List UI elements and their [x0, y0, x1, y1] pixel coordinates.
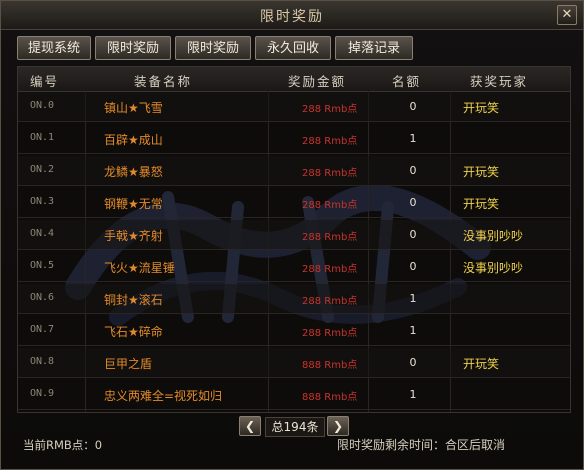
- total-count: 总194条: [265, 417, 325, 437]
- tab-withdraw-system[interactable]: 提现系统: [17, 36, 91, 60]
- table-row: ON.7 飞石★碎命 288 Rmb点 1: [18, 316, 570, 346]
- table-row: ON.8 巨甲之盾 888 Rmb点 0 开玩笑: [18, 348, 570, 378]
- title-bar[interactable]: 限时奖励 ✕: [1, 1, 583, 30]
- row-amount: 888 Rmb点: [302, 392, 358, 403]
- row-item-name: 飞石★碎命: [104, 325, 163, 339]
- row-quota: 1: [409, 132, 417, 145]
- row-amount: 288 Rmb点: [302, 296, 358, 307]
- table-row: ON.1 百辟★成山 288 Rmb点 1: [18, 124, 570, 154]
- row-index: ON.7: [30, 324, 55, 335]
- row-winner: 开玩笑: [463, 165, 500, 179]
- row-quota: 1: [409, 292, 417, 305]
- tab-drop-records[interactable]: 掉落记录: [335, 36, 413, 60]
- tab-limited-reward-2[interactable]: 限时奖励: [175, 36, 251, 60]
- tab-limited-reward-1[interactable]: 限时奖励: [95, 36, 171, 60]
- row-index: ON.0: [30, 100, 55, 111]
- header-winner: 获奖玩家: [470, 74, 529, 89]
- row-item-name: 百辟★成山: [104, 133, 163, 147]
- row-amount: 288 Rmb点: [302, 136, 358, 147]
- row-quota: 1: [409, 388, 417, 401]
- row-quota: 0: [409, 228, 417, 241]
- header-item: 装备名称: [134, 74, 193, 89]
- row-amount: 288 Rmb点: [302, 104, 358, 115]
- row-item-name: 铜封★滚石: [104, 293, 163, 307]
- row-quota: 0: [409, 196, 417, 209]
- row-index: ON.4: [30, 228, 55, 239]
- row-index: ON.3: [30, 196, 55, 207]
- row-amount: 888 Rmb点: [302, 360, 358, 371]
- row-amount: 288 Rmb点: [302, 200, 358, 211]
- row-quota: 0: [409, 356, 417, 369]
- row-item-name: 镇山★飞雪: [104, 101, 163, 115]
- row-quota: 0: [409, 100, 417, 113]
- reward-remaining-time: 限时奖励剩余时间：合区后取消: [337, 438, 506, 452]
- row-item-name: 手戟★齐射: [104, 229, 163, 243]
- row-amount: 288 Rmb点: [302, 232, 358, 243]
- table-row: ON.5 飞火★流星锤 288 Rmb点 0 没事别吵吵: [18, 252, 570, 282]
- table-row: ON.3 钢鞭★无常 288 Rmb点 0 开玩笑: [18, 188, 570, 218]
- row-index: ON.1: [30, 132, 55, 143]
- row-quota: 0: [409, 260, 417, 273]
- close-icon[interactable]: ✕: [557, 5, 577, 25]
- row-amount: 288 Rmb点: [302, 264, 358, 275]
- window-title: 限时奖励: [260, 9, 324, 25]
- row-winner: 开玩笑: [463, 101, 500, 115]
- header-quota: 名额: [392, 74, 422, 89]
- tab-permanent-recycle[interactable]: 永久回收: [255, 36, 331, 60]
- chevron-left-icon[interactable]: ❮: [239, 416, 261, 436]
- row-winner: 没事别吵吵: [463, 261, 524, 275]
- row-index: ON.8: [30, 356, 55, 367]
- header-amount: 奖励金额: [288, 74, 347, 89]
- table-row: ON.4 手戟★齐射 288 Rmb点 0 没事别吵吵: [18, 220, 570, 250]
- row-quota: 0: [409, 164, 417, 177]
- row-index: ON.5: [30, 260, 55, 271]
- row-item-name: 钢鞭★无常: [104, 197, 163, 211]
- row-winner: 开玩笑: [463, 197, 500, 211]
- header-index: 编号: [30, 74, 60, 89]
- row-amount: 288 Rmb点: [302, 168, 358, 179]
- chevron-right-icon[interactable]: ❯: [327, 416, 349, 436]
- row-index: ON.9: [30, 388, 55, 399]
- row-index: ON.6: [30, 292, 55, 303]
- row-amount: 288 Rmb点: [302, 328, 358, 339]
- reward-window: 限时奖励 ✕ 提现系统 限时奖励 限时奖励 永久回收 掉落记录 编号 装备名称 …: [0, 0, 584, 470]
- row-item-name: 龙鳞★暴怒: [104, 165, 163, 179]
- table-header: 编号 装备名称 奖励金额 名额 获奖玩家: [18, 67, 570, 92]
- row-item-name: 飞火★流星锤: [104, 261, 175, 275]
- row-quota: 1: [409, 324, 417, 337]
- table-row: ON.6 铜封★滚石 288 Rmb点 1: [18, 284, 570, 314]
- row-winner: 没事别吵吵: [463, 229, 524, 243]
- reward-table: 编号 装备名称 奖励金额 名额 获奖玩家 ON.0 镇山★飞雪 288 Rmb点…: [17, 66, 571, 413]
- current-rmb-points: 当前RMB点：0: [23, 438, 103, 452]
- table-row: ON.0 镇山★飞雪 288 Rmb点 0 开玩笑: [18, 92, 570, 122]
- row-item-name: 巨甲之盾: [104, 357, 153, 371]
- row-winner: 开玩笑: [463, 357, 500, 371]
- row-item-name: 忠义两难全=视死如归: [104, 389, 223, 403]
- row-index: ON.2: [30, 164, 55, 175]
- table-row: ON.2 龙鳞★暴怒 288 Rmb点 0 开玩笑: [18, 156, 570, 186]
- table-row: ON.9 忠义两难全=视死如归 888 Rmb点 1: [18, 380, 570, 410]
